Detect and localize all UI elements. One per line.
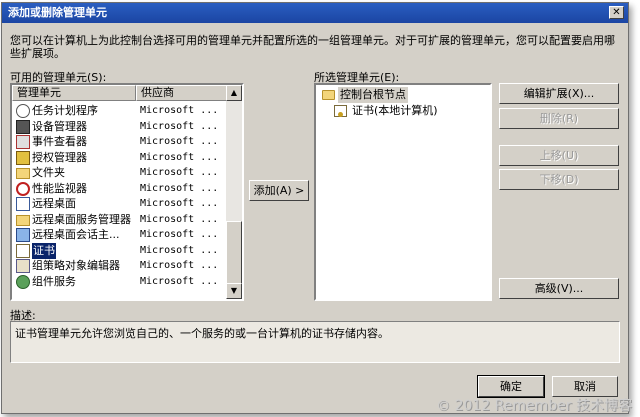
description-box: 证书管理单元允许您浏览自己的、一个服务的或一台计算机的证书存储内容。 — [10, 321, 620, 363]
snapin-name: 远程桌面服务管理器 — [32, 212, 131, 226]
group-policy-icon — [16, 259, 30, 273]
ok-button[interactable]: 确定 — [477, 375, 545, 398]
snapin-name: 事件查看器 — [32, 135, 87, 148]
edit-extensions-button[interactable]: 编辑扩展(X)... — [499, 83, 619, 104]
snapin-name: 授权管理器 — [32, 150, 87, 164]
list-item[interactable]: 设备管理器 Microsoft ... — [12, 119, 228, 135]
snapin-vendor: Microsoft ... — [140, 244, 219, 256]
advanced-button[interactable]: 高级(V)... — [499, 278, 619, 299]
snapin-name: 组件服务 — [32, 274, 76, 288]
list-item[interactable]: 文件夹 Microsoft ... — [12, 165, 228, 181]
dialog-title: 添加或删除管理单元 — [8, 6, 107, 19]
snapin-name: 任务计划程序 — [32, 104, 98, 117]
list-item[interactable]: 远程桌面 Microsoft ... — [12, 196, 228, 212]
snapin-vendor: Microsoft ... — [140, 120, 219, 132]
remote-session-icon — [16, 228, 30, 242]
list-item[interactable]: 组策略对象编辑器 Microsoft ... — [12, 258, 228, 274]
folder-icon — [322, 90, 335, 100]
scroll-up-button[interactable]: ▲ — [226, 85, 242, 101]
column-header-name[interactable]: 管理单元 — [12, 85, 136, 101]
snapin-vendor: Microsoft ... — [140, 167, 219, 178]
snapin-vendor: Microsoft ... — [140, 182, 219, 194]
list-item[interactable]: 任务计划程序 Microsoft ... — [12, 103, 228, 119]
close-button[interactable]: ✕ — [609, 6, 624, 19]
snapin-vendor: Microsoft ... — [140, 198, 219, 209]
snapin-name: 远程桌面会话主... — [32, 228, 120, 241]
list-item[interactable]: 远程桌面服务管理器 Microsoft ... — [12, 212, 228, 228]
certificate-icon — [334, 105, 347, 117]
available-snapins-list[interactable]: 管理单元 供应商 任务计划程序 Microsoft ... 设备管理器 Microso… — [10, 83, 244, 301]
description-text: 证书管理单元允许您浏览自己的、一个服务的或一台计算机的证书存储内容。 — [15, 327, 389, 340]
watermark: © 2012 Remember 技术博客 — [436, 398, 632, 414]
cancel-button[interactable]: 取消 — [552, 376, 618, 397]
snapin-vendor: Microsoft ... — [140, 105, 219, 116]
column-header-vendor[interactable]: 供应商 — [136, 85, 230, 101]
performance-icon — [16, 181, 30, 196]
snapin-name: 设备管理器 — [32, 119, 87, 133]
list-item[interactable]: 性能监视器 Microsoft ... — [12, 181, 228, 197]
clock-icon — [16, 104, 30, 118]
snapin-vendor: Microsoft ... — [140, 229, 219, 240]
list-item[interactable]: 授权管理器 Microsoft ... — [12, 150, 228, 166]
tree-child-node[interactable]: 证书(本地计算机) — [316, 103, 490, 119]
move-up-button[interactable]: 上移(U) — [499, 145, 619, 166]
snapin-name: 证书 — [32, 242, 56, 259]
snapin-name: 组策略对象编辑器 — [32, 259, 120, 272]
snapin-vendor: Microsoft ... — [140, 260, 219, 271]
folder-icon — [16, 168, 30, 179]
list-item[interactable]: 远程桌面会话主... Microsoft ... — [12, 227, 228, 243]
add-button[interactable]: 添加(A) > — [249, 180, 309, 201]
close-icon: ✕ — [612, 7, 621, 18]
component-services-icon — [16, 274, 30, 289]
list-item[interactable]: 证书 Microsoft ... — [12, 242, 228, 259]
selected-snapins-tree[interactable]: 控制台根节点 证书(本地计算机) — [314, 83, 492, 301]
snapin-vendor: Microsoft ... — [140, 136, 219, 147]
add-remove-snapins-dialog: 添加或删除管理单元 ✕ 您可以在计算机上为此控制台选择可用的管理单元并配置所选的… — [1, 2, 629, 414]
authorization-icon — [16, 150, 30, 165]
remote-desktop-icon — [16, 197, 30, 211]
event-viewer-icon — [16, 135, 30, 149]
title-bar: 添加或删除管理单元 ✕ — [2, 3, 628, 23]
snapin-vendor: Microsoft ... — [140, 151, 219, 163]
dialog-description: 您可以在计算机上为此控制台选择可用的管理单元并配置所选的一组管理单元。对于可扩展… — [10, 34, 615, 60]
device-manager-icon — [16, 119, 30, 134]
snapin-name: 性能监视器 — [32, 181, 87, 195]
snapin-name: 远程桌面 — [32, 197, 76, 210]
folder-icon — [16, 214, 30, 226]
list-item[interactable]: 组件服务 Microsoft ... — [12, 274, 228, 290]
list-item[interactable]: 事件查看器 Microsoft ... — [12, 134, 228, 150]
remove-button[interactable]: 删除(R) — [499, 108, 619, 129]
list-scrollbar[interactable]: ▲ ▼ — [226, 85, 242, 299]
scroll-thumb[interactable] — [226, 221, 242, 285]
snapin-vendor: Microsoft ... — [140, 213, 219, 225]
move-down-button[interactable]: 下移(D) — [499, 169, 619, 190]
scroll-down-button[interactable]: ▼ — [226, 283, 242, 299]
snapin-vendor: Microsoft ... — [140, 275, 219, 287]
snapin-name: 文件夹 — [32, 166, 65, 179]
certificate-icon — [16, 243, 30, 258]
tree-root-node[interactable]: 控制台根节点 — [316, 87, 490, 103]
